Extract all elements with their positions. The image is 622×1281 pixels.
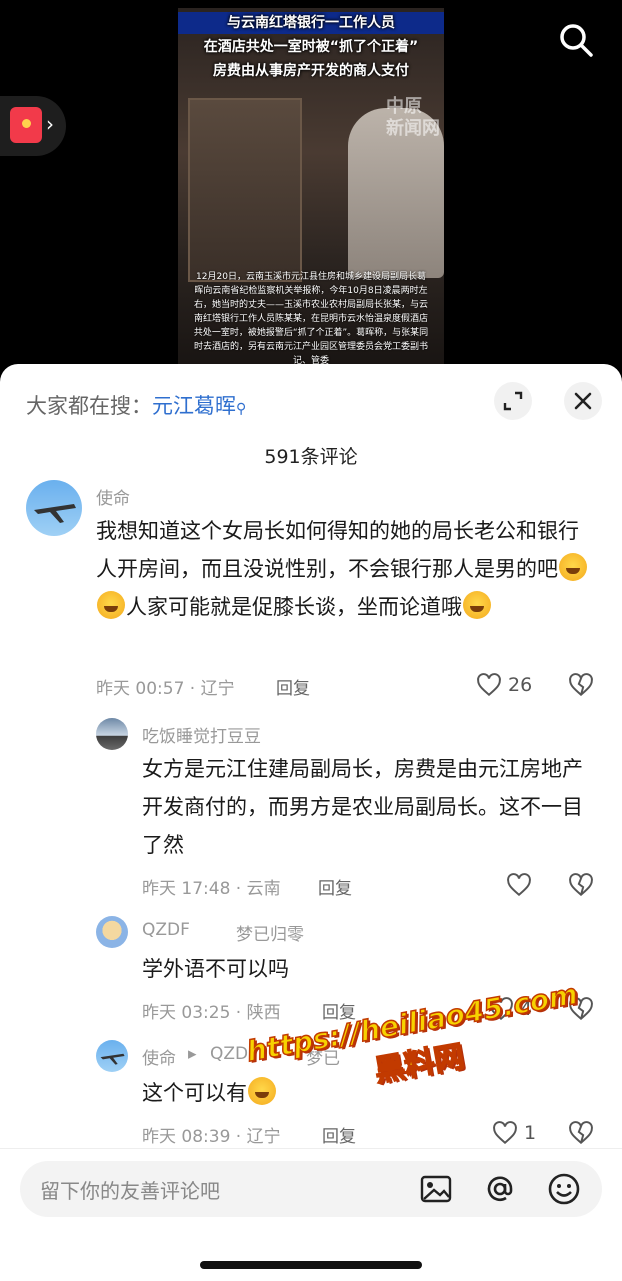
home-indicator[interactable] xyxy=(200,1261,422,1269)
reply-arrow-icon: ▸ xyxy=(188,1044,197,1064)
red-packet-icon xyxy=(10,107,42,143)
comment-username[interactable]: 使命 xyxy=(96,484,130,509)
comment-text: 我想知道这个女局长如何得知的她的局长老公和银行人开房间，而且没说性别，不会银行那… xyxy=(96,512,596,626)
dislike-icon[interactable] xyxy=(568,672,594,698)
avatar[interactable] xyxy=(26,480,82,536)
chevron-right-icon: › xyxy=(46,112,54,136)
comment-text-part: 这个可以有 xyxy=(142,1081,247,1105)
airplane-icon xyxy=(34,504,76,523)
video-title-line1: 与云南红塔银行一工作人员 xyxy=(178,12,444,34)
grin-emoji-icon xyxy=(463,591,491,619)
heart-icon[interactable] xyxy=(506,872,532,898)
reply-button[interactable]: 回复 xyxy=(318,874,352,899)
dislike-icon[interactable] xyxy=(568,996,594,1022)
close-icon xyxy=(574,392,592,410)
expand-icon xyxy=(503,391,523,411)
video-caption: 12月20日，云南玉溪市元江县住房和城乡建设局副局长葛晖向云南省纪检监察机关举报… xyxy=(193,272,429,366)
comment-meta: 昨天 00:57 · 辽宁 xyxy=(96,679,235,699)
hot-search[interactable]: 大家都在搜：元江葛晖⚲ xyxy=(26,390,246,420)
emoji-icon[interactable] xyxy=(544,1169,584,1209)
reply-button[interactable]: 回复 xyxy=(322,998,356,1023)
airplane-icon xyxy=(100,1053,125,1065)
avatar[interactable] xyxy=(96,718,128,750)
comment-text: 女方是元江住建局副局长，房费是由元江房地产开发商付的，而男方是农业局副局长。这不… xyxy=(142,757,583,857)
heart-icon[interactable] xyxy=(488,996,514,1022)
comment-username[interactable]: 使命 xyxy=(142,1044,176,1069)
video-door xyxy=(188,98,302,282)
image-icon[interactable] xyxy=(416,1169,456,1209)
video-title-line3: 房费由从事房产开发的商人支付 xyxy=(213,63,409,79)
search-icon[interactable] xyxy=(556,20,596,60)
hot-search-prefix: 大家都在搜： xyxy=(26,394,152,418)
dislike-icon[interactable] xyxy=(568,872,594,898)
avatar[interactable] xyxy=(96,1040,128,1072)
heart-icon[interactable] xyxy=(476,672,502,698)
video-frame[interactable]: 与云南红塔银行一工作人员 在酒店共处一室时被“抓了个正着” 房费由从事房产开发的… xyxy=(178,8,444,370)
like-count: 4 xyxy=(520,998,533,1020)
grin-emoji-icon xyxy=(248,1077,276,1105)
avatar[interactable] xyxy=(96,916,128,948)
reply-to-username[interactable]: QZDF xyxy=(210,1044,258,1064)
comment-meta: 昨天 03:25 · 陕西 xyxy=(142,1003,281,1023)
video-watermark: 中原 新闻网 xyxy=(386,96,440,139)
comment-text-part: 我想知道这个女局长如何得知的她的局长老公和银行人开房间，而且没说性别，不会银行那… xyxy=(96,519,579,581)
like-count: 1 xyxy=(524,1122,537,1144)
comment-sheet: 大家都在搜：元江葛晖⚲ 591条评论 使命 我想知道这个女局长如何得知的她的局长… xyxy=(0,364,622,1280)
like-count: 26 xyxy=(508,674,533,696)
video-area[interactable]: 与云南红塔银行一工作人员 在酒店共处一室时被“抓了个正着” 房费由从事房产开发的… xyxy=(0,0,622,380)
hot-search-keyword[interactable]: 元江葛晖 xyxy=(152,394,236,418)
at-mention-icon[interactable] xyxy=(480,1169,520,1209)
comment-count: 591条评论 xyxy=(264,446,358,468)
close-button[interactable] xyxy=(564,382,602,420)
reply-to-username-2[interactable]: 梦已 xyxy=(306,1044,340,1069)
reply-to-username[interactable]: 梦已归零 xyxy=(236,920,304,945)
dislike-icon[interactable] xyxy=(568,1120,594,1146)
comment-text: 学外语不可以吗 xyxy=(142,957,289,981)
comment-input-placeholder: 留下你的友善评论吧 xyxy=(40,1179,220,1203)
grin-emoji-icon xyxy=(559,553,587,581)
comment-input-bar: 留下你的友善评论吧 xyxy=(0,1148,622,1281)
expand-button[interactable] xyxy=(494,382,532,420)
reply-button[interactable]: 回复 xyxy=(322,1122,356,1147)
comment-username[interactable]: QZDF xyxy=(142,920,190,940)
video-title-line2: 在酒店共处一室时被“抓了个正着” xyxy=(203,39,419,55)
comment-meta: 昨天 08:39 · 辽宁 xyxy=(142,1127,281,1147)
comment-text: 这个可以有 xyxy=(142,1074,277,1112)
heart-icon[interactable] xyxy=(492,1120,518,1146)
shush-emoji-icon xyxy=(97,591,125,619)
comment-input[interactable]: 留下你的友善评论吧 xyxy=(20,1161,602,1217)
red-packet-button[interactable]: › xyxy=(0,96,66,156)
search-small-icon: ⚲ xyxy=(236,401,247,417)
reply-button[interactable]: 回复 xyxy=(276,674,310,699)
comment-username[interactable]: 吃饭睡觉打豆豆 xyxy=(142,722,261,747)
comment-meta: 昨天 17:48 · 云南 xyxy=(142,879,281,899)
comment-text-part: 人家可能就是促膝长谈，坐而论道哦 xyxy=(126,595,462,619)
